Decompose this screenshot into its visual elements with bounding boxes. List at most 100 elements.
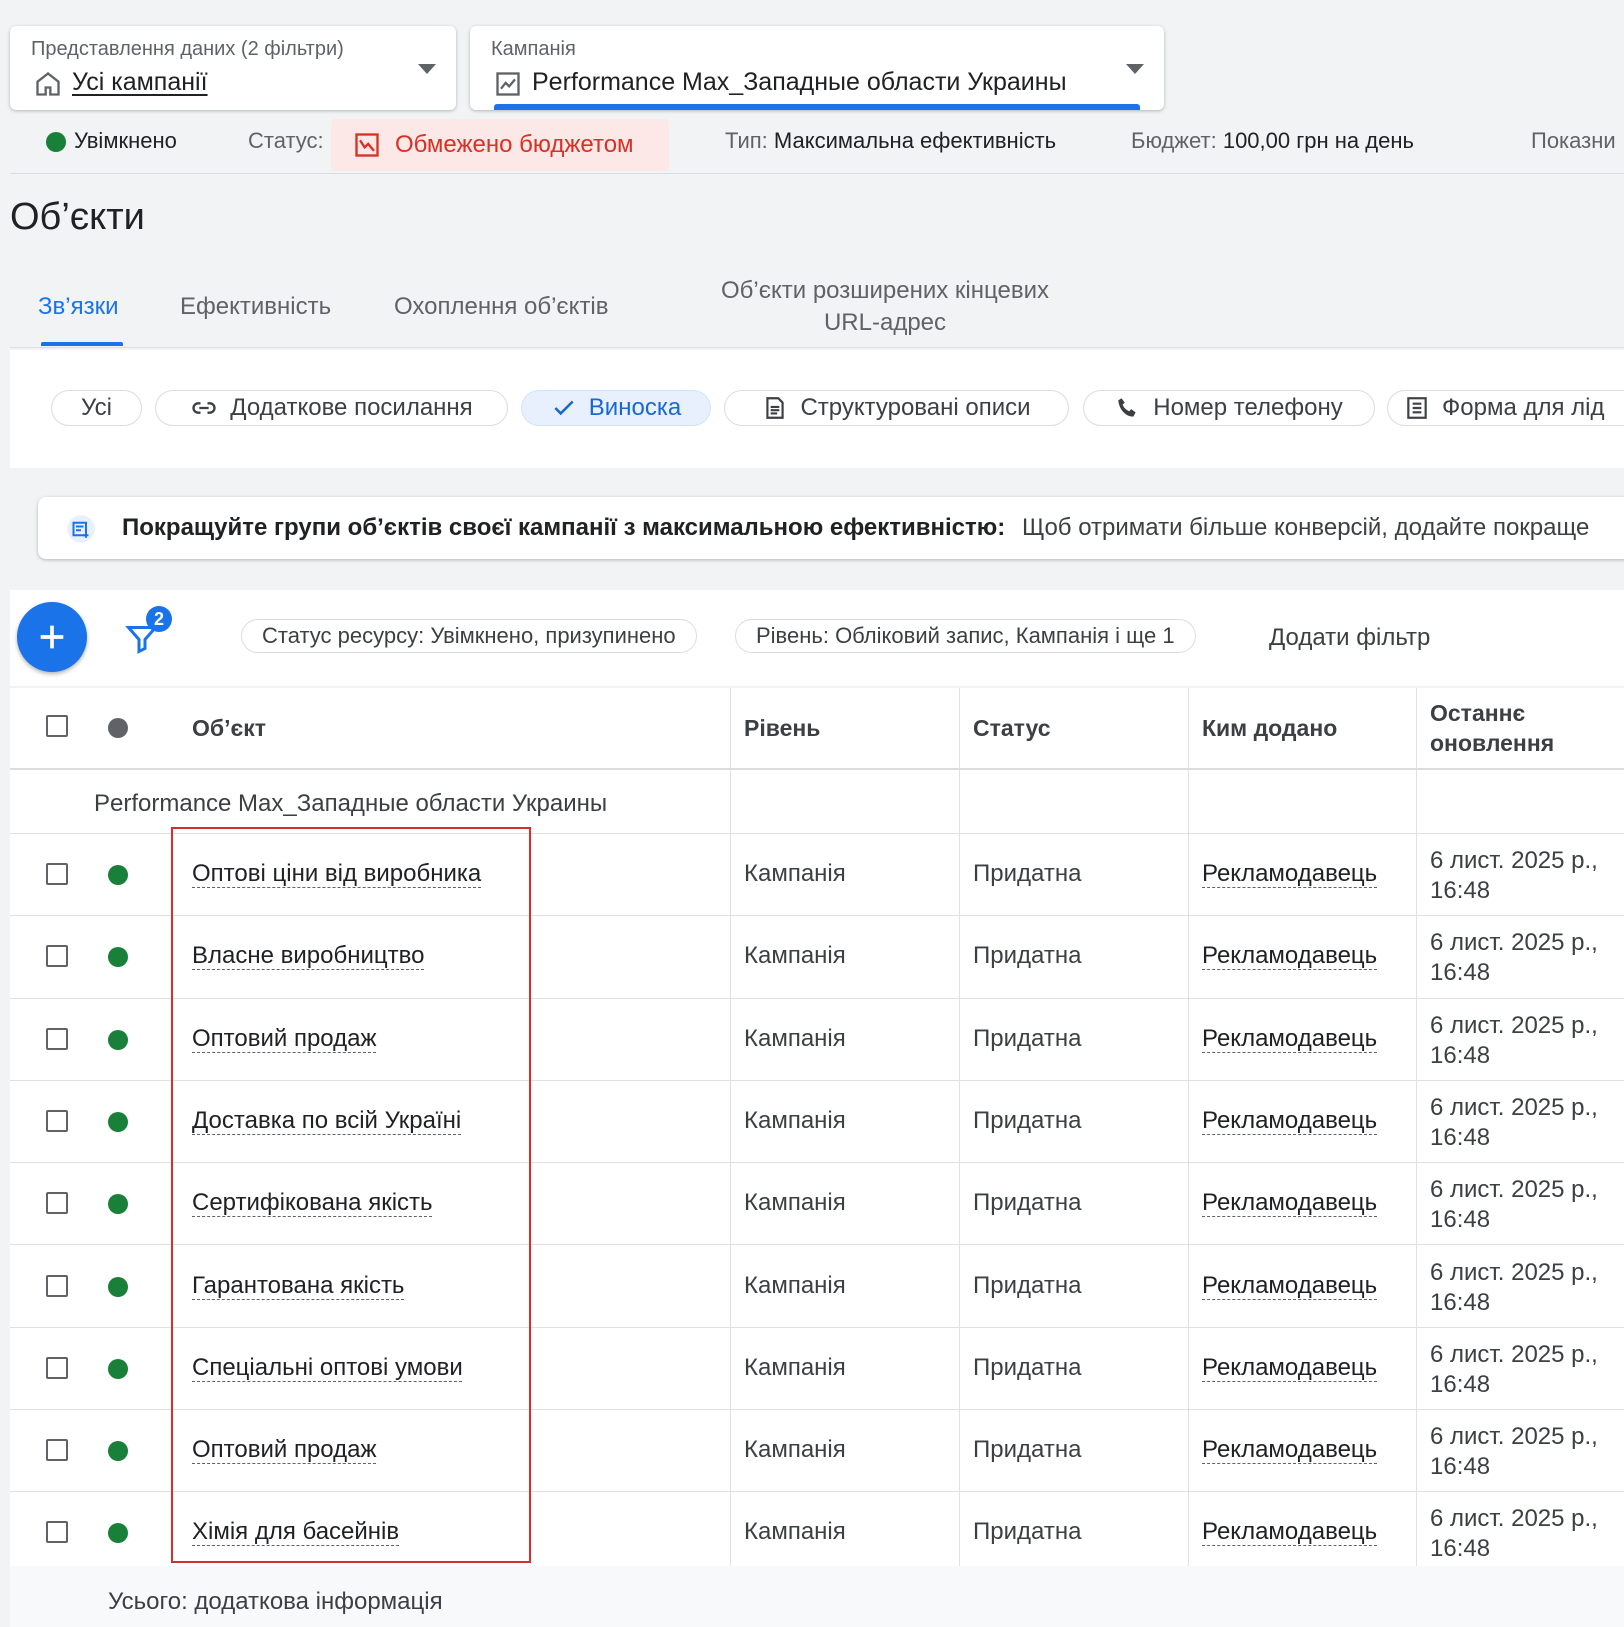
home-icon	[34, 70, 62, 103]
row-updated-date: 6 лист. 2025 р.,	[1430, 1176, 1598, 1204]
add-asset-icon	[66, 514, 96, 549]
row-checkbox[interactable]	[46, 1356, 68, 1379]
row-status: Придатна	[973, 942, 1082, 970]
row-checkbox[interactable]	[46, 1192, 68, 1215]
chip-all[interactable]: Усі	[51, 390, 142, 426]
header-added-by[interactable]: Ким додано	[1202, 715, 1337, 742]
row-status: Придатна	[973, 1518, 1082, 1546]
row-checkbox[interactable]	[46, 1027, 68, 1050]
add-button[interactable]	[17, 602, 87, 672]
row-status: Придатна	[973, 860, 1082, 887]
status-badge[interactable]: Обмежено бюджетом	[331, 119, 669, 171]
banner-bold: Покращуйте групи об’єктів своєї кампанії…	[122, 514, 1006, 541]
row-added-by-link[interactable]: Рекламодавець	[1202, 1436, 1377, 1464]
row-checkbox[interactable]	[46, 1521, 68, 1544]
row-updated-date: 6 лист. 2025 р.,	[1430, 1011, 1598, 1039]
header-status[interactable]: Статус	[973, 715, 1051, 742]
type-info: Тип: Максимальна ефективність	[725, 128, 1056, 154]
chip-callout-label: Виноска	[588, 394, 682, 421]
row-updated-date: 6 лист. 2025 р.,	[1430, 1258, 1598, 1286]
filter-chip-level[interactable]: Рівень: Обліковий запис, Кампанія і ще 1	[735, 619, 1196, 653]
row-status: Придатна	[973, 1353, 1082, 1381]
row-updated-time: 16:48	[1430, 1288, 1491, 1316]
row-added-by-link[interactable]: Рекламодавець	[1202, 1354, 1377, 1382]
metrics-link[interactable]: Показни	[1531, 128, 1616, 154]
campaign-selector[interactable]: Кампанія Performance Max_Западные област…	[470, 26, 1164, 110]
row-updated-date: 6 лист. 2025 р.,	[1430, 929, 1598, 957]
data-view-label: Представлення даних (2 фільтри)	[31, 38, 344, 60]
chip-phone-number[interactable]: Номер телефону	[1083, 390, 1375, 426]
banner-text: Покращуйте групи об’єктів своєї кампанії…	[122, 514, 1589, 542]
row-status-dot	[108, 1111, 128, 1132]
row-last-updated: 6 лист. 2025 р., 16:48	[1430, 1504, 1598, 1564]
campaign-group-label: Performance Max_Западные области Украины	[94, 790, 614, 818]
row-updated-date: 6 лист. 2025 р.,	[1430, 847, 1598, 874]
header-level[interactable]: Рівень	[744, 715, 820, 742]
filter-button[interactable]: 2	[124, 606, 176, 658]
row-status-dot	[108, 1523, 128, 1544]
row-added-by-link[interactable]: Рекламодавець	[1202, 1518, 1377, 1546]
row-added-by-link[interactable]: Рекламодавець	[1202, 942, 1377, 970]
form-icon	[1404, 395, 1430, 421]
row-checkbox[interactable]	[46, 1109, 68, 1132]
row-last-updated: 6 лист. 2025 р., 16:48	[1430, 928, 1598, 988]
row-last-updated: 6 лист. 2025 р., 16:48	[1430, 1093, 1598, 1153]
chip-all-label: Усі	[81, 394, 112, 421]
header-last-updated[interactable]: Останнє оновлення	[1430, 698, 1554, 758]
tab-asset-coverage[interactable]: Охоплення об’єктів	[394, 293, 609, 321]
table-header: Об’єкт Рівень Статус Ким додано Останнє …	[10, 688, 1624, 770]
row-updated-time: 16:48	[1430, 1123, 1491, 1151]
row-updated-time: 16:48	[1430, 1453, 1491, 1481]
chip-lead-form[interactable]: Форма для лід	[1387, 390, 1624, 426]
chip-sitelink[interactable]: Додаткове посилання	[155, 390, 508, 426]
filter-chip-resource-status[interactable]: Статус ресурсу: Увімкнено, призупинено	[241, 619, 697, 653]
row-updated-date: 6 лист. 2025 р.,	[1430, 1423, 1598, 1451]
budget-info: Бюджет: 100,00 грн на день	[1131, 128, 1414, 154]
row-level: Кампанія	[744, 1024, 846, 1052]
header-last-updated-line1: Останнє	[1430, 700, 1526, 726]
row-status: Придатна	[973, 1106, 1082, 1134]
tab-active-indicator	[41, 342, 123, 346]
row-added-by-link[interactable]: Рекламодавець	[1202, 1189, 1377, 1217]
row-checkbox[interactable]	[46, 945, 68, 968]
row-added-by-link[interactable]: Рекламодавець	[1202, 1025, 1377, 1053]
performance-chart-icon	[494, 70, 522, 103]
header-last-updated-line2: оновлення	[1430, 730, 1555, 756]
row-status-dot	[108, 1276, 128, 1297]
row-level: Кампанія	[744, 1518, 846, 1546]
row-checkbox[interactable]	[46, 863, 68, 885]
row-status: Придатна	[973, 1436, 1082, 1464]
row-status-dot	[108, 947, 128, 968]
chevron-down-icon	[418, 64, 436, 74]
row-added-by-link[interactable]: Рекламодавець	[1202, 860, 1377, 888]
row-status-dot	[108, 1441, 128, 1462]
row-level: Кампанія	[744, 1189, 846, 1217]
chevron-down-icon	[1126, 64, 1144, 74]
row-updated-time: 16:48	[1430, 1041, 1491, 1069]
row-checkbox[interactable]	[46, 1439, 68, 1462]
chip-lead-form-label: Форма для лід	[1442, 394, 1605, 421]
select-all-checkbox[interactable]	[46, 715, 68, 737]
page-title: Об’єкти	[10, 196, 145, 238]
data-view-value[interactable]: Усі кампанії	[72, 68, 208, 97]
highlight-box	[171, 827, 531, 1563]
chip-sitelink-label: Додаткове посилання	[230, 394, 473, 421]
tab-links[interactable]: Зв’язки	[38, 293, 118, 321]
row-level: Кампанія	[744, 1106, 846, 1134]
row-checkbox[interactable]	[46, 1274, 68, 1297]
row-level: Кампанія	[744, 1436, 846, 1464]
header-object[interactable]: Об’єкт	[192, 715, 266, 742]
chip-structured-snippets[interactable]: Структуровані описи	[724, 390, 1069, 426]
status-label: Статус:	[248, 128, 324, 153]
chip-callout[interactable]: Виноска	[521, 390, 711, 426]
tab-final-url-assets[interactable]: Об’єкти розширених кінцевих URL-адрес	[700, 275, 1070, 339]
data-view-selector[interactable]: Представлення даних (2 фільтри) Усі камп…	[10, 26, 456, 110]
row-added-by-link[interactable]: Рекламодавець	[1202, 1107, 1377, 1135]
row-updated-date: 6 лист. 2025 р.,	[1430, 1505, 1598, 1533]
tab-performance[interactable]: Ефективність	[180, 293, 331, 321]
filter-count-badge: 2	[146, 606, 172, 632]
row-last-updated: 6 лист. 2025 р., 16:48	[1430, 1258, 1598, 1318]
add-filter-link[interactable]: Додати фільтр	[1269, 624, 1430, 652]
row-status-dot	[108, 1358, 128, 1379]
row-added-by-link[interactable]: Рекламодавець	[1202, 1272, 1377, 1300]
